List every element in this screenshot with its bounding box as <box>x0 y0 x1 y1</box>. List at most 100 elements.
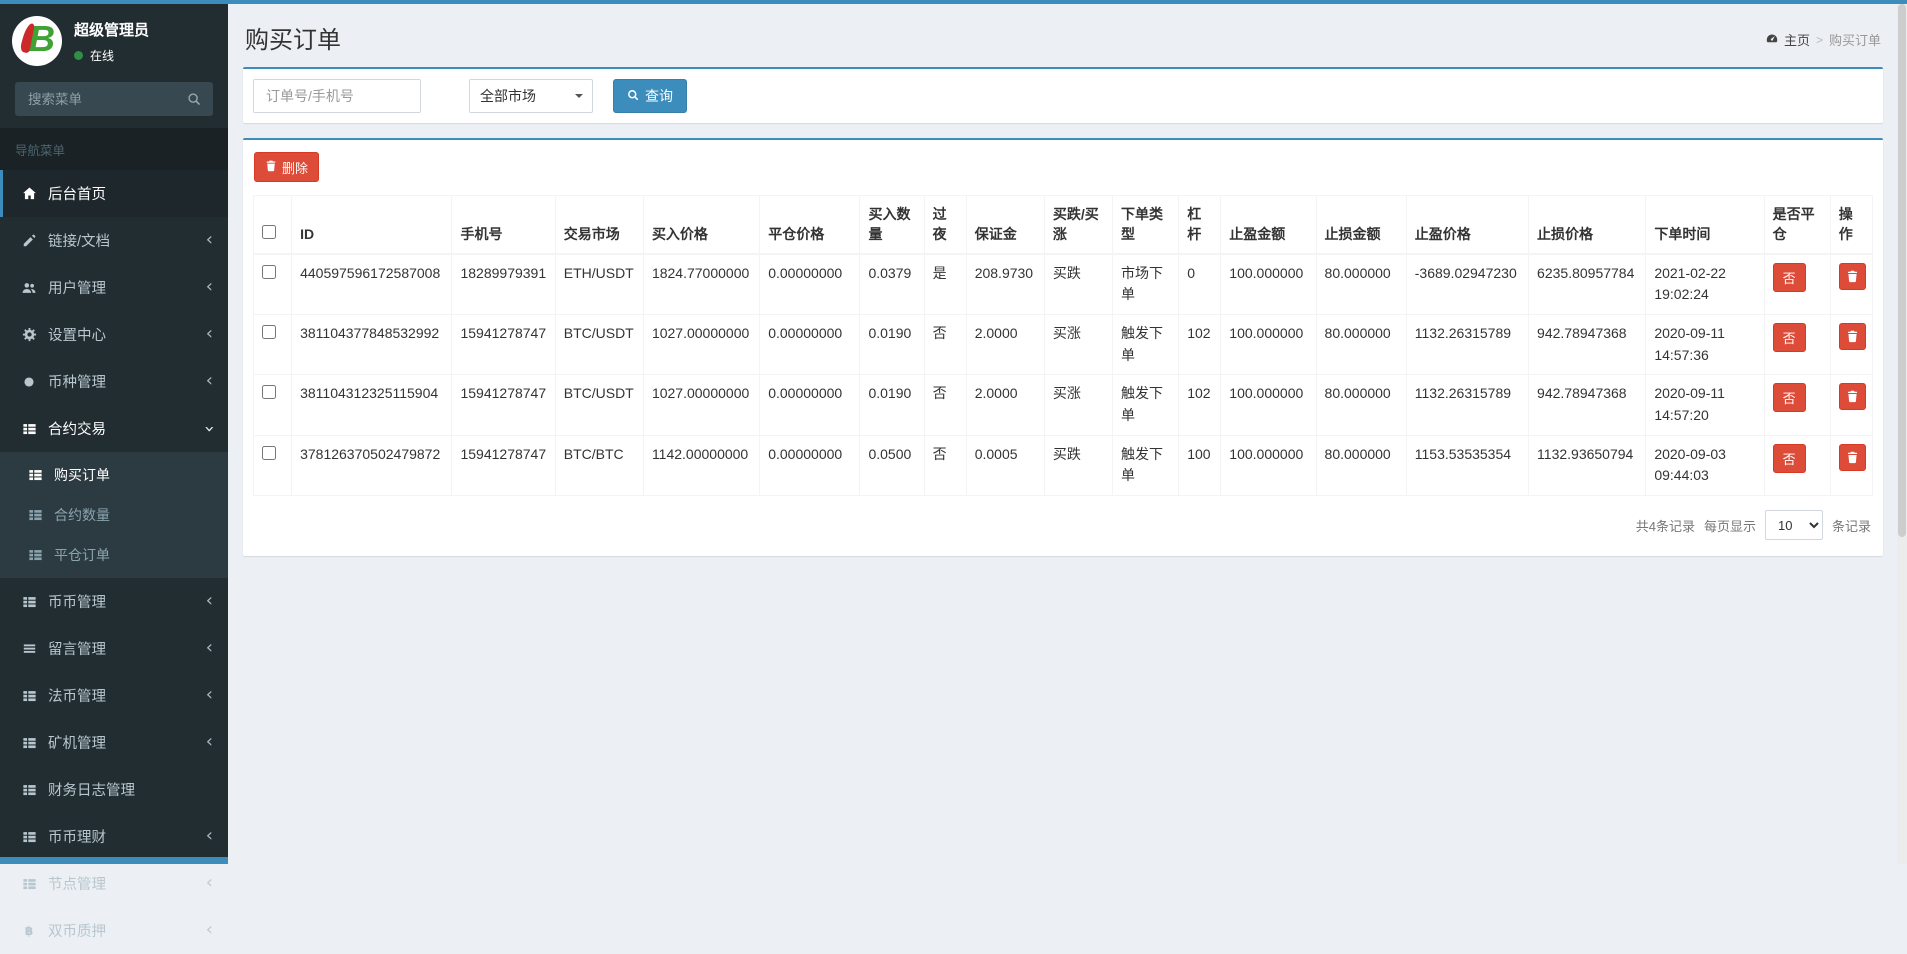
row-checkbox[interactable] <box>262 265 276 279</box>
cell-market: ETH/USDT <box>555 254 643 315</box>
cell-direction: 买跌 <box>1044 435 1112 495</box>
cell-close_price: 0.00000000 <box>760 314 860 374</box>
cell-order_type: 触发下单 <box>1113 314 1179 374</box>
closed-status-button[interactable]: 否 <box>1773 444 1806 473</box>
cell-phone: 15941278747 <box>452 314 555 374</box>
col-header-leverage: 杠杆 <box>1179 196 1221 254</box>
user-panel: B 超级管理员 在线 <box>0 0 228 78</box>
thlist-icon <box>18 595 40 609</box>
cell-action <box>1830 375 1872 435</box>
cell-order_type: 触发下单 <box>1113 375 1179 435</box>
delete-row-button[interactable] <box>1839 323 1866 350</box>
sidebar-item-miner-mgmt[interactable]: 矿机管理‹ <box>0 719 228 766</box>
sidebar-item-coin-financial[interactable]: 币币理财‹ <box>0 813 228 860</box>
cell-market: BTC/USDT <box>555 314 643 374</box>
sidebar-item-node-mgmt[interactable]: 节点管理‹ <box>0 860 228 907</box>
sidebar-item-user-mgmt[interactable]: 用户管理 ‹ <box>0 264 228 311</box>
sidebar-subitem-label: 平仓订单 <box>54 545 110 565</box>
sidebar-item-label: 链接/文档 <box>48 230 110 251</box>
thlist-icon <box>18 830 40 844</box>
sidebar-subitem-buy-orders[interactable]: 购买订单 <box>0 455 228 495</box>
main-content: 购买订单 主页 > 购买订单 全部市场 查询 <box>228 4 1897 864</box>
scrollbar-thumb[interactable] <box>1898 4 1906 537</box>
sidebar-item-home[interactable]: 后台首页 <box>0 170 228 217</box>
submenu-contract-trading: 购买订单合约数量平仓订单 <box>0 452 228 578</box>
delete-row-button[interactable] <box>1839 444 1866 471</box>
cell-tp_price: 1132.26315789 <box>1406 314 1528 374</box>
col-header-action: 操作 <box>1830 196 1872 254</box>
search-icon[interactable] <box>176 92 212 106</box>
dashboard-gauge-icon <box>1765 32 1779 48</box>
market-select[interactable]: 全部市场 <box>469 79 593 113</box>
thlist-icon <box>18 783 40 797</box>
sidebar-subitem-close-orders[interactable]: 平仓订单 <box>0 535 228 575</box>
row-checkbox[interactable] <box>262 446 276 460</box>
sidebar-item-label: 币币理财 <box>48 826 106 847</box>
cell-select <box>254 314 292 374</box>
cell-close_price: 0.00000000 <box>760 435 860 495</box>
breadcrumb-home-link[interactable]: 主页 <box>1765 30 1810 49</box>
cell-action <box>1830 254 1872 315</box>
order-search-input[interactable] <box>253 79 421 113</box>
cell-close_price: 0.00000000 <box>760 254 860 315</box>
sidebar-item-message-mgmt[interactable]: 留言管理‹ <box>0 625 228 672</box>
pagination-bar: 共4条记录 每页显示 10 条记录 <box>253 510 1873 540</box>
cell-order_type: 市场下单 <box>1113 254 1179 315</box>
col-header-order_type: 下单类型 <box>1113 196 1179 254</box>
closed-status-button[interactable]: 否 <box>1773 323 1806 352</box>
query-button[interactable]: 查询 <box>613 79 687 113</box>
scrollbar-track <box>1897 4 1907 864</box>
cell-leverage: 100 <box>1179 435 1221 495</box>
cell-buy_price: 1027.00000000 <box>643 375 759 435</box>
sidebar-item-finance-log-mgmt[interactable]: 财务日志管理 <box>0 766 228 813</box>
per-page-select[interactable]: 10 <box>1765 510 1823 540</box>
thlist-icon <box>18 877 40 891</box>
sidebar-subitem-contract-quantity[interactable]: 合约数量 <box>0 495 228 535</box>
sidebar-item-links-docs[interactable]: 链接/文档‹ <box>0 217 228 264</box>
filter-panel: 全部市场 查询 <box>243 67 1883 123</box>
closed-status-button[interactable]: 否 <box>1773 263 1806 292</box>
sidebar-item-contract-trading[interactable]: 合约交易‹ <box>0 405 228 452</box>
cell-sl_amount: 80.000000 <box>1316 375 1406 435</box>
col-header-overnight: 过夜 <box>924 196 966 254</box>
table-row: 38110437784853299215941278747BTC/USDT102… <box>254 314 1873 374</box>
sidebar-item-settings-center[interactable]: 设置中心‹ <box>0 311 228 358</box>
nav-section-label: 导航菜单 <box>0 128 228 170</box>
bulk-delete-button[interactable]: 删除 <box>254 152 319 182</box>
col-header-sl_amount: 止损金额 <box>1316 196 1406 254</box>
row-checkbox[interactable] <box>262 385 276 399</box>
delete-row-button[interactable] <box>1839 263 1866 290</box>
delete-row-button[interactable] <box>1839 383 1866 410</box>
chevron-left-icon: ‹ <box>206 282 213 292</box>
sidebar-item-coin-mgmt[interactable]: 币种管理‹ <box>0 358 228 405</box>
cell-tp_amount: 100.000000 <box>1221 375 1316 435</box>
cell-phone: 15941278747 <box>452 435 555 495</box>
select-all-checkbox[interactable] <box>262 225 276 239</box>
cell-buy_price: 1142.00000000 <box>643 435 759 495</box>
closed-status-button[interactable]: 否 <box>1773 383 1806 412</box>
sidebar-search-input[interactable] <box>16 92 176 107</box>
cell-margin: 2.0000 <box>966 314 1044 374</box>
cell-action <box>1830 435 1872 495</box>
col-header-tp_amount: 止盈金额 <box>1221 196 1316 254</box>
sidebar-item-label: 留言管理 <box>48 638 106 659</box>
sidebar-item-label: 用户管理 <box>48 277 106 298</box>
thlist-icon <box>18 422 40 436</box>
sidebar-item-fiat-mgmt[interactable]: 法币管理‹ <box>0 672 228 719</box>
cell-margin: 2.0000 <box>966 375 1044 435</box>
cell-tp_amount: 100.000000 <box>1221 435 1316 495</box>
cell-sl_amount: 80.000000 <box>1316 254 1406 315</box>
col-header-buy_price: 买入价格 <box>643 196 759 254</box>
col-header-closed: 是否平仓 <box>1764 196 1830 254</box>
col-header-phone: 手机号 <box>452 196 555 254</box>
cell-sl_amount: 80.000000 <box>1316 314 1406 374</box>
row-checkbox[interactable] <box>262 325 276 339</box>
cell-select <box>254 435 292 495</box>
sidebar-item-dual-coin-pledge[interactable]: ฿双币质押‹ <box>0 907 228 954</box>
sidebar-search <box>15 82 213 116</box>
sidebar-item-label: 后台首页 <box>48 183 106 204</box>
market-select-wrap: 全部市场 <box>469 79 593 113</box>
sidebar-item-coincoin-mgmt[interactable]: 币币管理‹ <box>0 578 228 625</box>
cell-overnight: 是 <box>924 254 966 315</box>
cell-sl_price: 6235.80957784 <box>1529 254 1646 315</box>
